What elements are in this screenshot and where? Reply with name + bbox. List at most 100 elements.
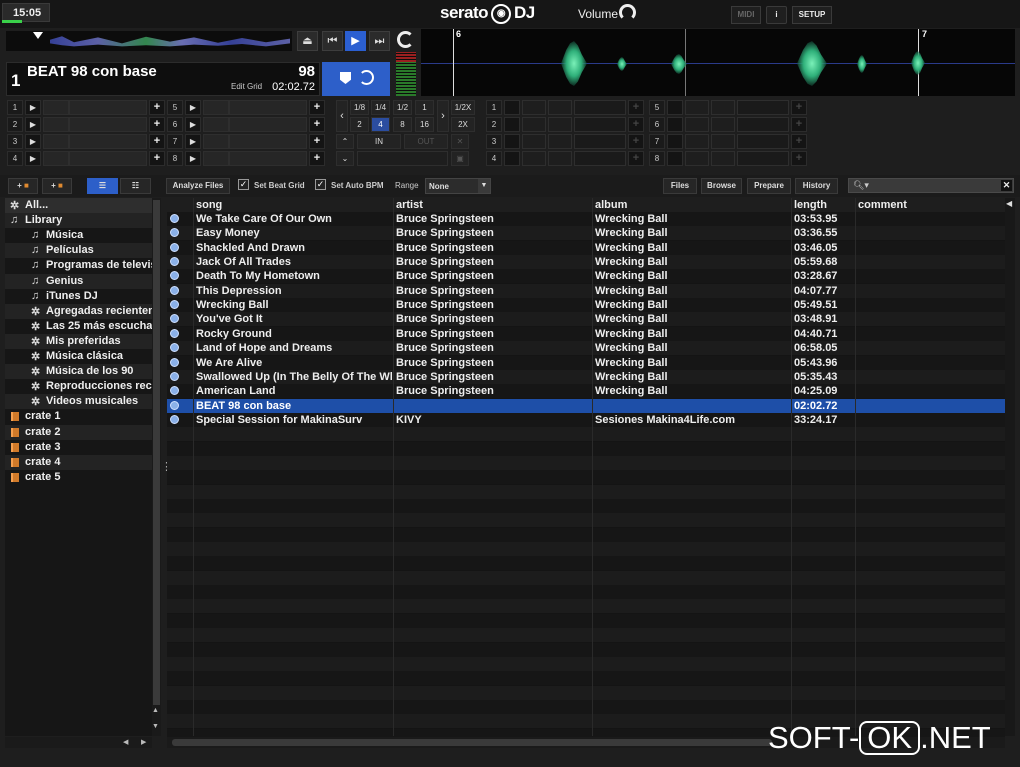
sync-icon[interactable] bbox=[359, 70, 374, 85]
sidebar-item[interactable]: ✲ Mis preferidas bbox=[5, 333, 152, 349]
add-cue-icon[interactable]: + bbox=[628, 134, 644, 149]
add-cue-icon[interactable]: + bbox=[791, 134, 807, 149]
analyze-files-button[interactable]: Analyze Files bbox=[166, 178, 230, 194]
cue-left-slot[interactable] bbox=[69, 117, 147, 132]
loop-length-button[interactable]: 8 bbox=[393, 117, 412, 132]
cue-left-slot[interactable] bbox=[69, 151, 147, 166]
cue-loop-icon[interactable] bbox=[667, 100, 683, 115]
cue-loop-icon[interactable] bbox=[667, 117, 683, 132]
loop-in-button[interactable]: IN bbox=[357, 134, 401, 149]
table-row[interactable]: You've Got It Bruce Springsteen Wrecking B… bbox=[167, 312, 1005, 327]
add-cue-icon[interactable]: + bbox=[628, 117, 644, 132]
cue-right-slot[interactable] bbox=[574, 151, 626, 166]
table-row[interactable]: We Are Alive Bruce Springsteen Wrecking Ba… bbox=[167, 355, 1005, 370]
cue-right-slot[interactable] bbox=[574, 117, 626, 132]
scroll-up-icon[interactable]: ▲ bbox=[152, 707, 159, 714]
add-cue-icon[interactable]: + bbox=[309, 134, 325, 149]
cue-loop-icon[interactable] bbox=[504, 100, 520, 115]
edit-grid-button[interactable]: Edit Grid bbox=[231, 82, 262, 91]
cue-right-slot[interactable] bbox=[548, 134, 572, 149]
cue-play-icon[interactable]: ▶ bbox=[185, 134, 201, 149]
add-cue-icon[interactable]: + bbox=[791, 100, 807, 115]
loop-up-icon[interactable]: ⌃ bbox=[336, 134, 354, 149]
table-row[interactable]: BEAT 98 con base 02:02.72 bbox=[167, 398, 1005, 413]
cue-right-slot[interactable] bbox=[711, 134, 735, 149]
sidebar-item[interactable]: ♫ Library bbox=[5, 213, 152, 229]
table-row[interactable]: Wrecking Ball Bruce Springsteen Wrecking B… bbox=[167, 298, 1005, 313]
range-select[interactable]: None ▼ bbox=[425, 178, 491, 194]
loop-length-button[interactable]: 1/2X bbox=[451, 100, 475, 115]
loop-next-icon[interactable]: › bbox=[437, 100, 449, 132]
sidebar-item[interactable]: ✲ Agregadas recientem bbox=[5, 303, 152, 319]
add-cue-icon[interactable]: + bbox=[149, 117, 165, 132]
cue-left-slot[interactable] bbox=[43, 134, 69, 149]
loop-length-button[interactable]: 1/8 bbox=[350, 100, 369, 115]
sidebar-scroll-thumb[interactable] bbox=[153, 200, 160, 705]
cue-right-slot[interactable] bbox=[711, 117, 735, 132]
cue-loop-icon[interactable] bbox=[504, 117, 520, 132]
add-subcrate-button[interactable]: + ■ bbox=[42, 178, 72, 194]
add-cue-icon[interactable]: + bbox=[309, 151, 325, 166]
cue-left-slot[interactable] bbox=[229, 134, 307, 149]
add-cue-icon[interactable]: + bbox=[628, 100, 644, 115]
loop-length-button[interactable]: 1/4 bbox=[371, 100, 390, 115]
cue-right-slot[interactable] bbox=[522, 100, 546, 115]
loop-length-button[interactable]: 1 bbox=[415, 100, 434, 115]
cue-right-slot[interactable] bbox=[685, 100, 709, 115]
table-row[interactable]: Death To My Hometown Bruce Springsteen Wre… bbox=[167, 269, 1005, 284]
sidebar-item[interactable]: crate 1 bbox=[5, 409, 152, 424]
sidebar-hscrollbar[interactable]: ◀ ▶ bbox=[5, 737, 152, 748]
sidebar-item[interactable]: ♫ Programas de televisi bbox=[5, 258, 152, 273]
cue-right-slot[interactable] bbox=[548, 151, 572, 166]
search-input[interactable]: 🔍︎▾ ✕ bbox=[848, 178, 1014, 193]
loop-clear-icon[interactable]: ✕ bbox=[451, 134, 469, 149]
gain-knob-icon[interactable] bbox=[397, 31, 414, 48]
cue-right-slot[interactable] bbox=[737, 117, 789, 132]
add-cue-icon[interactable]: + bbox=[149, 134, 165, 149]
table-hscroll-thumb[interactable] bbox=[172, 739, 772, 746]
table-scrollbar[interactable] bbox=[1005, 198, 1015, 736]
cue-left-slot[interactable] bbox=[203, 151, 229, 166]
sidebar-item[interactable]: crate 2 bbox=[5, 424, 152, 440]
next-track-button[interactable]: ⏭ bbox=[369, 31, 390, 51]
loop-length-button[interactable]: 2 bbox=[350, 117, 369, 132]
column-header-comment[interactable]: comment bbox=[858, 199, 907, 211]
cue-left-slot[interactable] bbox=[229, 117, 307, 132]
add-crate-button[interactable]: + ■ bbox=[8, 178, 38, 194]
sidebar-item[interactable]: ♫ Genius bbox=[5, 273, 152, 289]
cue-right-slot[interactable] bbox=[522, 151, 546, 166]
cue-left-slot[interactable] bbox=[43, 100, 69, 115]
cue-left-slot[interactable] bbox=[43, 151, 69, 166]
cue-right-slot[interactable] bbox=[737, 100, 789, 115]
prepare-button[interactable]: Prepare bbox=[747, 178, 791, 194]
table-row[interactable]: Land of Hope and Dreams Bruce Springsteen… bbox=[167, 341, 1005, 356]
loop-save-icon[interactable]: ▣ bbox=[451, 151, 469, 166]
table-row[interactable]: Jack Of All Trades Bruce Springsteen Wreck… bbox=[167, 255, 1005, 270]
cue-play-icon[interactable]: ▶ bbox=[185, 151, 201, 166]
detail-view-icon[interactable]: ☷ bbox=[120, 178, 151, 194]
cue-right-slot[interactable] bbox=[548, 117, 572, 132]
column-header-artist[interactable]: artist bbox=[396, 199, 423, 211]
add-cue-icon[interactable]: + bbox=[309, 117, 325, 132]
cue-left-slot[interactable] bbox=[203, 117, 229, 132]
add-cue-icon[interactable]: + bbox=[628, 151, 644, 166]
loop-prev-icon[interactable]: ‹ bbox=[336, 100, 348, 132]
sidebar-item[interactable]: ✲ Videos musicales bbox=[5, 394, 152, 410]
table-row[interactable]: American Land Bruce Springsteen Wrecking B… bbox=[167, 384, 1005, 399]
table-row[interactable]: Special Session for MakinaSurv KIVY Sesion… bbox=[167, 412, 1005, 427]
cue-left-slot[interactable] bbox=[229, 151, 307, 166]
scroll-left-icon[interactable]: ◀ bbox=[123, 738, 128, 746]
cue-loop-icon[interactable] bbox=[504, 151, 520, 166]
cue-left-slot[interactable] bbox=[43, 117, 69, 132]
cue-right-slot[interactable] bbox=[522, 134, 546, 149]
cue-right-slot[interactable] bbox=[685, 151, 709, 166]
history-button[interactable]: History bbox=[795, 178, 838, 194]
cue-right-slot[interactable] bbox=[737, 151, 789, 166]
cue-loop-icon[interactable] bbox=[667, 134, 683, 149]
cue-play-icon[interactable]: ▶ bbox=[185, 117, 201, 132]
sidebar-item[interactable]: ♫ Música bbox=[5, 228, 152, 243]
set-auto-bpm-checkbox[interactable]: ✓ bbox=[315, 179, 326, 190]
add-cue-icon[interactable]: + bbox=[149, 151, 165, 166]
cue-loop-icon[interactable] bbox=[504, 134, 520, 149]
cue-left-slot[interactable] bbox=[229, 100, 307, 115]
